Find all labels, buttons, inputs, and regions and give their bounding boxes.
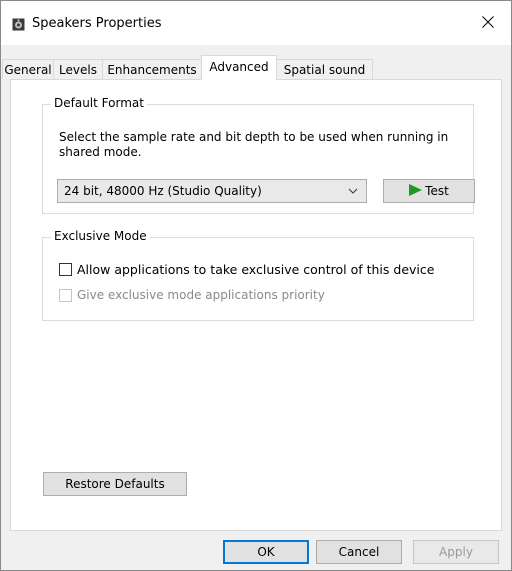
test-button[interactable]: Test <box>383 179 475 203</box>
tab-enhancements[interactable]: Enhancements <box>102 59 202 79</box>
allow-exclusive-checkbox[interactable] <box>59 263 72 276</box>
cancel-button[interactable]: Cancel <box>316 540 402 564</box>
chevron-down-icon <box>348 185 358 199</box>
close-button[interactable] <box>465 1 511 45</box>
apply-button: Apply <box>413 540 499 564</box>
title-bar: Speakers Properties <box>1 1 511 45</box>
close-icon <box>482 15 494 31</box>
format-dropdown-value: 24 bit, 48000 Hz (Studio Quality) <box>64 184 262 198</box>
format-dropdown[interactable]: 24 bit, 48000 Hz (Studio Quality) <box>57 179 367 203</box>
tab-spatial-sound[interactable]: Spatial sound <box>276 59 373 79</box>
tab-general[interactable]: General <box>2 59 54 79</box>
exclusive-priority-label: Give exclusive mode applications priorit… <box>77 288 325 302</box>
advanced-panel: Default Format Select the sample rate an… <box>10 79 502 531</box>
default-format-description: Select the sample rate and bit depth to … <box>59 130 449 159</box>
test-label: Test <box>425 184 449 198</box>
restore-defaults-button[interactable]: Restore Defaults <box>43 472 187 496</box>
exclusive-mode-group: Exclusive Mode Allow applications to tak… <box>42 229 474 321</box>
exclusive-priority-row: Give exclusive mode applications priorit… <box>59 288 325 302</box>
tab-advanced[interactable]: Advanced <box>201 55 277 80</box>
window-title: Speakers Properties <box>32 16 162 31</box>
default-format-legend: Default Format <box>51 96 147 110</box>
properties-dialog: Speakers Properties General Levels Enhan… <box>0 0 512 571</box>
speaker-icon <box>12 18 25 31</box>
play-icon <box>409 183 423 199</box>
exclusive-priority-checkbox <box>59 288 72 302</box>
tab-levels[interactable]: Levels <box>53 59 103 79</box>
ok-button[interactable]: OK <box>223 540 309 564</box>
allow-exclusive-row[interactable]: Allow applications to take exclusive con… <box>59 262 434 277</box>
default-format-group: Default Format Select the sample rate an… <box>42 96 475 214</box>
exclusive-mode-legend: Exclusive Mode <box>51 229 150 243</box>
allow-exclusive-label: Allow applications to take exclusive con… <box>77 262 435 277</box>
tab-strip: General Levels Enhancements Advanced Spa… <box>1 55 511 80</box>
